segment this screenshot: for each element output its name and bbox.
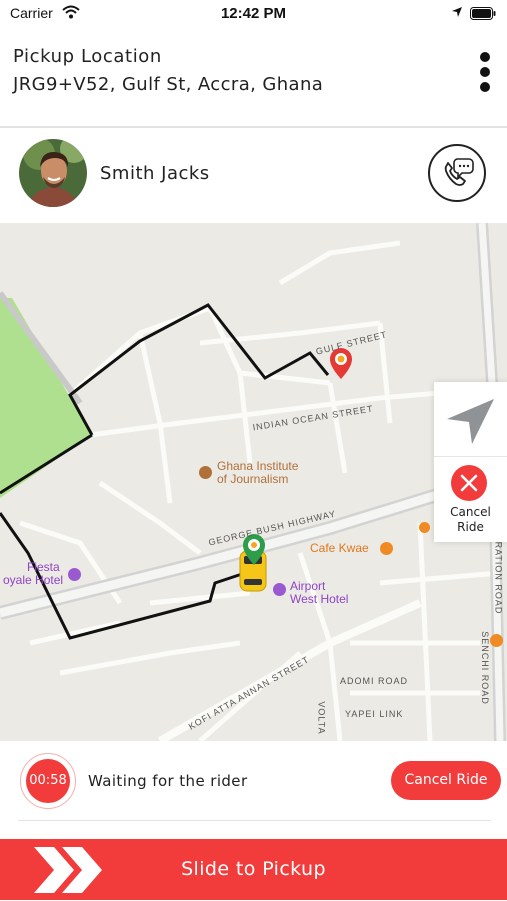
hotel-icon	[68, 568, 81, 581]
cancel-ride-button[interactable]: Cancel Ride	[391, 761, 501, 800]
street-label: VOLTA	[316, 701, 327, 735]
close-icon	[451, 465, 487, 501]
location-arrow-icon	[452, 7, 462, 17]
poi-ghana-institute[interactable]: Ghana Institute of Journalism	[217, 460, 298, 486]
battery-icon	[470, 7, 496, 20]
cafe-icon	[380, 542, 393, 555]
poi-cafe-kwae[interactable]: Cafe Kwae	[310, 542, 369, 555]
rider-name: Smith Jacks	[100, 163, 210, 184]
cancel-side-label: Cancel Ride	[434, 505, 507, 535]
map-side-panel: Cancel Ride	[434, 382, 507, 542]
recenter-button[interactable]	[434, 382, 507, 457]
slide-label: Slide to Pickup	[181, 858, 326, 880]
poi-airport-west-hotel[interactable]: Airport West Hotel	[290, 580, 348, 606]
countdown-timer: 00:58	[20, 753, 76, 809]
poi-label: oyale Hotel	[3, 573, 64, 587]
poi-label: West Hotel	[290, 592, 349, 606]
cancel-side-label-line: Cancel	[450, 505, 491, 519]
status-bar: Carrier 12:42 PM	[0, 0, 507, 28]
cancel-side-label-line: Ride	[457, 520, 484, 534]
street-label: ADOMI ROAD	[340, 676, 409, 686]
hotel-icon	[273, 583, 286, 596]
phone-chat-icon	[444, 158, 474, 186]
timer-value: 00:58	[26, 759, 70, 803]
street-label: RATION ROAD	[493, 541, 504, 615]
poi-fiesta-hotel[interactable]: Fiesta oyale Hotel	[3, 561, 63, 587]
avatar	[19, 139, 87, 207]
school-icon	[199, 466, 212, 479]
waiting-status-text: Waiting for the rider	[88, 772, 248, 790]
more-vertical-icon[interactable]	[470, 50, 502, 96]
divider	[18, 820, 491, 821]
slide-to-pickup[interactable]: Slide to Pickup	[0, 839, 507, 900]
pickup-address: JRG9+V52, Gulf St, Accra, Ghana	[13, 74, 324, 95]
rider-row: Smith Jacks	[0, 127, 507, 223]
street-label: SENCHI ROAD	[479, 631, 490, 705]
street-label: YAPEI LINK	[345, 709, 404, 719]
pickup-title: Pickup Location	[13, 46, 162, 67]
call-chat-button[interactable]	[428, 144, 486, 202]
map-view[interactable]: GULF STREET INDIAN OCEAN STREET GEORGE B…	[0, 223, 507, 741]
navigation-arrow-icon	[447, 399, 494, 444]
cafe-icon	[490, 634, 503, 647]
pickup-header: Pickup Location JRG9+V52, Gulf St, Accra…	[0, 28, 507, 128]
waiting-row: 00:58 Waiting for the rider Cancel Ride	[0, 741, 507, 837]
cafe-icon	[419, 522, 430, 533]
cancel-ride-side-button[interactable]: Cancel Ride	[434, 457, 507, 542]
poi-label: of Journalism	[217, 472, 289, 486]
status-time: 12:42 PM	[220, 5, 287, 22]
